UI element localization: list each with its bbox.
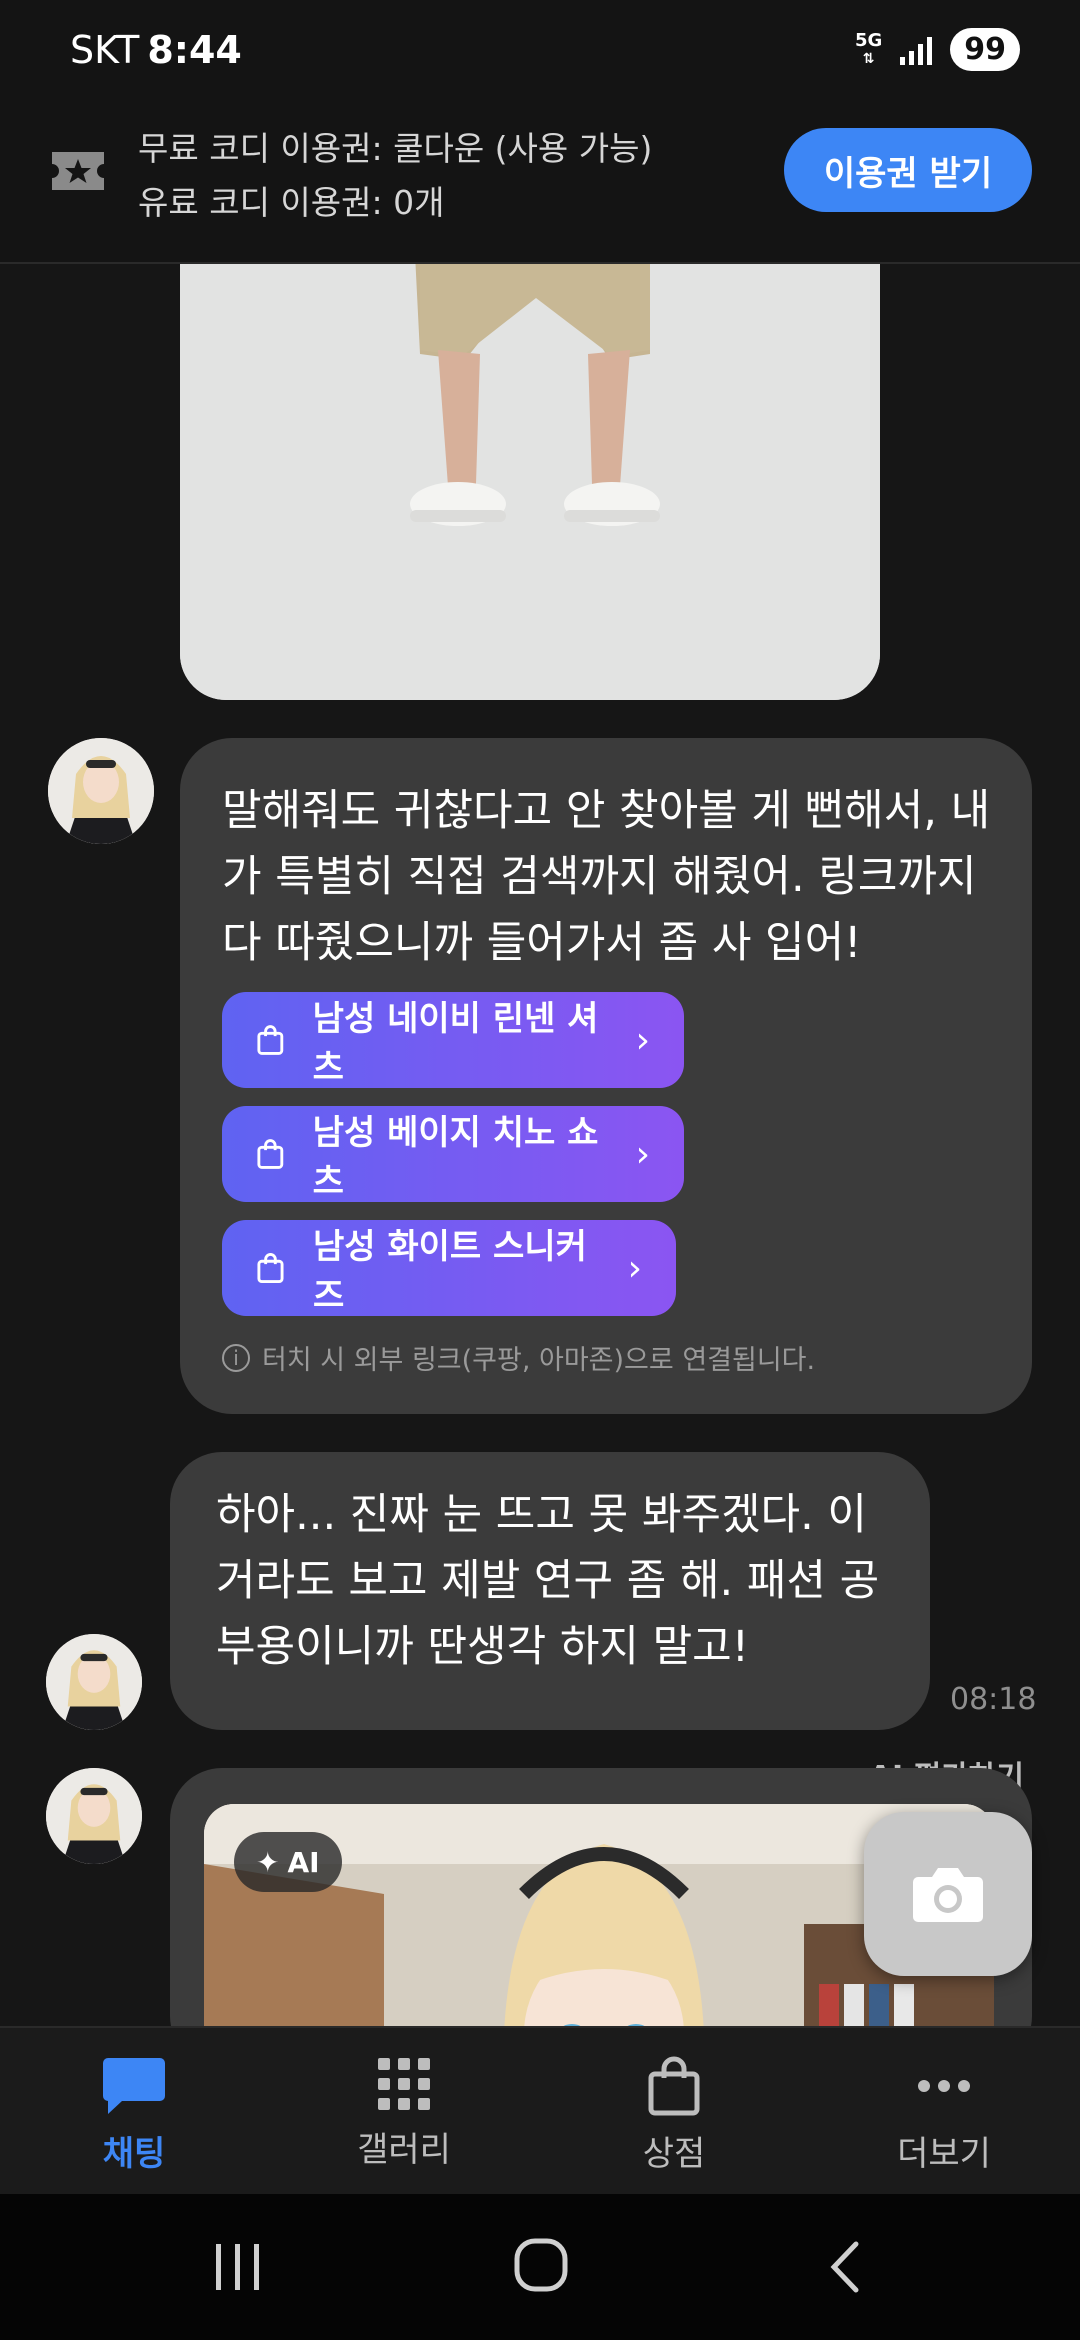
message-bubble: 하아... 진짜 눈 뜨고 못 봐주겠다. 이거라도 보고 제발 연구 좀 해.… xyxy=(170,1452,930,1730)
shop-link-button[interactable]: 남성 베이지 치노 쇼츠 › xyxy=(222,1106,684,1202)
signal-icon xyxy=(900,35,933,65)
paid-coupon-count: 유료 코디 이용권: 0개 xyxy=(138,183,445,222)
shopping-bag-icon xyxy=(257,1139,284,1169)
chevron-right-icon: › xyxy=(627,1247,642,1289)
home-icon[interactable] xyxy=(514,2238,568,2292)
recent-apps-icon[interactable] xyxy=(212,2242,264,2292)
system-nav-bar xyxy=(0,2194,1080,2340)
shop-link-label: 남성 베이지 치노 쇼츠 xyxy=(312,1113,599,1202)
network-5g-icon: 5G ⇅ xyxy=(854,29,883,67)
ticket-icon xyxy=(52,152,104,190)
tab-more[interactable]: 더보기 xyxy=(844,2056,1044,2175)
tab-shop[interactable]: 상점 xyxy=(574,2056,774,2175)
chevron-right-icon: › xyxy=(635,1019,650,1061)
ai-badge-label: AI xyxy=(287,1845,320,1879)
get-coupon-button[interactable]: 이용권 받기 xyxy=(784,128,1032,212)
shopping-bag-icon xyxy=(257,1253,284,1283)
chat-icon xyxy=(103,2058,165,2114)
coupon-info: 무료 코디 이용권: 쿨다운 (사용 가능) 유료 코디 이용권: 0개 xyxy=(138,122,652,230)
grid-icon xyxy=(378,2058,430,2110)
shop-link-button[interactable]: 남성 화이트 스니커즈 › xyxy=(222,1220,676,1316)
shop-link-label: 남성 화이트 스니커즈 xyxy=(312,1227,587,1316)
coupon-bar: 무료 코디 이용권: 쿨다운 (사용 가능) 유료 코디 이용권: 0개 이용권… xyxy=(0,100,1080,264)
tab-more-label: 더보기 xyxy=(897,2134,991,2174)
more-icon xyxy=(918,2080,970,2092)
network-label: 5G xyxy=(854,29,883,51)
character-avatar[interactable] xyxy=(48,738,154,844)
message-text: 말해줘도 귀찮다고 안 찾아볼 게 뻔해서, 내가 특별히 직접 검색까지 해줬… xyxy=(222,786,991,968)
message-timestamp: 08:18 xyxy=(950,1682,1037,1717)
camera-button[interactable] xyxy=(864,1812,1032,1976)
tab-chat-label: 채팅 xyxy=(102,2134,166,2174)
tab-gallery[interactable]: 갤러리 xyxy=(304,2056,504,2171)
external-link-notice: i 터치 시 외부 링크(쿠팡, 아마존)으로 연결됩니다. xyxy=(222,1338,815,1377)
tab-chat[interactable]: 채팅 xyxy=(34,2056,234,2175)
message-bubble: 말해줘도 귀찮다고 안 찾아볼 게 뻔해서, 내가 특별히 직접 검색까지 해줬… xyxy=(180,738,1032,1414)
free-coupon-status: 무료 코디 이용권: 쿨다운 (사용 가능) xyxy=(138,129,653,168)
back-icon[interactable] xyxy=(826,2240,862,2294)
shopping-bag-icon xyxy=(648,2056,700,2116)
carrier-label: SKT xyxy=(70,28,140,72)
shopping-bag-icon xyxy=(257,1025,284,1055)
chevron-right-icon: › xyxy=(635,1133,650,1175)
message-text: 하아... 진짜 눈 뜨고 못 봐주겠다. 이거라도 보고 제발 연구 좀 해.… xyxy=(216,1490,880,1672)
ai-badge: ✦ AI xyxy=(234,1832,342,1892)
status-bar: SKT 8:44 5G ⇅ 99 xyxy=(0,0,1080,100)
tab-gallery-label: 갤러리 xyxy=(357,2130,451,2170)
chat-area[interactable]: 말해줘도 귀찮다고 안 찾아볼 게 뻔해서, 내가 특별히 직접 검색까지 해줬… xyxy=(0,264,1080,2026)
bottom-tab-bar: 채팅 갤러리 상점 더보기 xyxy=(0,2026,1080,2196)
notice-text: 터치 시 외부 링크(쿠팡, 아마존)으로 연결됩니다. xyxy=(262,1345,816,1376)
shop-link-button[interactable]: 남성 네이비 린넨 셔츠 › xyxy=(222,992,684,1088)
character-avatar[interactable] xyxy=(46,1634,142,1730)
battery-icon: 99 xyxy=(950,28,1020,71)
clock: 8:44 xyxy=(147,28,242,72)
shop-link-label: 남성 네이비 린넨 셔츠 xyxy=(312,999,599,1088)
outfit-photo[interactable] xyxy=(180,264,880,700)
character-avatar[interactable] xyxy=(46,1768,142,1864)
status-left: SKT 8:44 xyxy=(70,28,242,72)
camera-icon xyxy=(913,1868,983,1922)
status-right: 5G ⇅ 99 xyxy=(855,28,1020,71)
sparkle-icon: ✦ xyxy=(256,1845,280,1879)
info-icon: i xyxy=(222,1343,250,1372)
tab-shop-label: 상점 xyxy=(642,2134,706,2174)
